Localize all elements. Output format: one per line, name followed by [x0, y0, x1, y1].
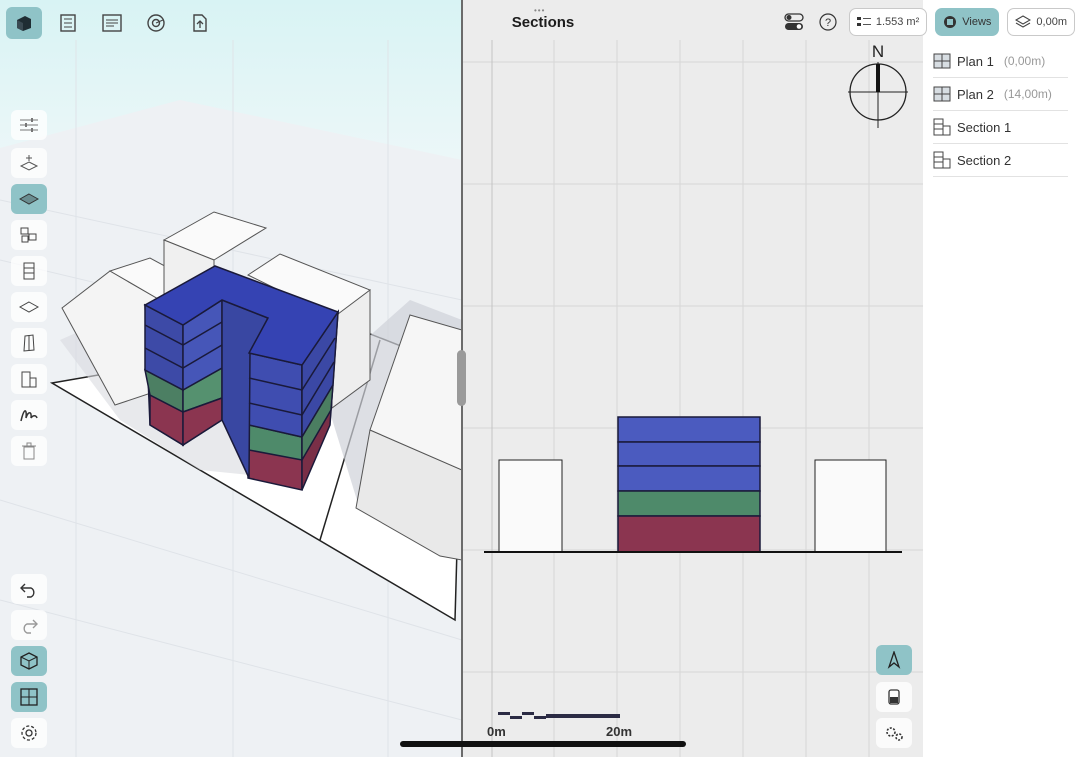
top-right-tools: ? 1.553 m² Views 0,00m	[781, 8, 1075, 36]
report-button[interactable]	[94, 7, 130, 39]
tower-icon	[23, 262, 35, 280]
blocks-button[interactable]	[11, 220, 47, 250]
area-list-icon	[856, 17, 871, 26]
redo-button[interactable]	[11, 610, 47, 640]
cube-icon	[17, 16, 31, 31]
level-value: 0,00m	[1036, 16, 1067, 28]
toggles-icon	[784, 13, 804, 30]
section-icon	[21, 371, 37, 388]
scale-bar-graphic	[498, 712, 620, 719]
slab-icon	[19, 301, 39, 313]
app-root: ••• Sections ? 1.553 m² Views 0,00m N 0m…	[0, 0, 1085, 757]
view-item-plan-1[interactable]: Plan 1 (0,00m)	[933, 45, 1068, 78]
scale-end-label: 20m	[606, 724, 633, 739]
slab-button[interactable]	[11, 292, 47, 322]
plan-icon	[933, 53, 951, 69]
view-settings-button[interactable]	[876, 718, 912, 748]
compass-rose-icon: N	[848, 42, 908, 128]
3d-scene	[0, 0, 462, 757]
views-icon	[944, 16, 957, 28]
file-upload-icon	[193, 14, 207, 32]
settings-button[interactable]	[11, 718, 47, 748]
view-item-label: Section 2	[957, 152, 1012, 168]
view-item-level: (14,00m)	[1003, 87, 1052, 101]
plan-view-toggle[interactable]	[11, 682, 47, 712]
sliders-icon	[20, 118, 38, 132]
compass: N	[845, 42, 911, 137]
scale-bar: 0m 20m	[486, 708, 632, 739]
building-button[interactable]	[50, 7, 86, 39]
view-item-section-2[interactable]: Section 2	[933, 144, 1068, 177]
view-item-plan-2[interactable]: Plan 2 (14,00m)	[933, 78, 1068, 111]
3d-view-toggle[interactable]	[11, 646, 47, 676]
layer-add-icon	[19, 155, 39, 171]
section-icon	[933, 151, 951, 169]
views-button[interactable]: Views	[935, 8, 1000, 36]
view-item-label: Plan 1	[957, 53, 994, 69]
add-level-button[interactable]	[11, 148, 47, 178]
section-tool-button[interactable]	[11, 364, 47, 394]
undo-icon	[20, 583, 35, 598]
draw-button[interactable]	[11, 400, 47, 430]
pen-squiggle-icon	[20, 410, 38, 422]
gear-icon	[21, 725, 37, 741]
floor-plate-icon	[19, 193, 39, 205]
area-pill[interactable]: 1.553 m²	[848, 8, 928, 36]
list-icon	[102, 14, 122, 32]
volume-icon	[23, 334, 35, 352]
views-panel: Plan 1 (0,00m) Plan 2 (14,00m) Section 1…	[927, 44, 1074, 746]
floor-button[interactable]	[11, 184, 47, 214]
gears-icon	[886, 727, 903, 741]
3d-view[interactable]	[0, 0, 462, 757]
layer-toggle-button[interactable]	[876, 682, 912, 712]
trash-icon	[22, 442, 36, 460]
perspective-button[interactable]	[876, 645, 912, 675]
undo-button[interactable]	[11, 574, 47, 604]
view-item-label: Plan 2	[957, 86, 994, 102]
view-item-section-1[interactable]: Section 1	[933, 111, 1068, 144]
export-button[interactable]	[182, 7, 218, 39]
scale-start-label: 0m	[487, 724, 506, 739]
page-title: Sections	[511, 14, 575, 31]
help-icon: ?	[819, 13, 837, 31]
views-label: Views	[962, 16, 992, 28]
adjust-button[interactable]	[11, 110, 47, 140]
top-bar: ••• Sections ? 1.553 m² Views 0,00m	[0, 0, 1085, 44]
area-value: 1.553 m²	[875, 16, 920, 28]
home-indicator[interactable]	[400, 741, 686, 747]
view-item-level: (0,00m)	[1003, 54, 1046, 68]
analysis-button[interactable]	[138, 7, 174, 39]
split-handle[interactable]	[457, 350, 466, 406]
toggle-settings-button[interactable]	[781, 9, 807, 35]
compass-north-label: N	[872, 42, 884, 61]
plan-icon	[933, 86, 951, 102]
cube-outline-icon	[20, 652, 38, 670]
blocks-icon	[20, 227, 37, 243]
redo-icon	[23, 619, 38, 634]
layers-icon	[1015, 15, 1032, 28]
rocket-icon	[887, 651, 901, 669]
top-left-tools	[6, 5, 218, 41]
delete-button[interactable]	[11, 436, 47, 466]
svg-text:?: ?	[825, 17, 831, 29]
view-item-label: Section 1	[957, 119, 1012, 135]
grid-view-icon	[20, 688, 38, 706]
help-button[interactable]: ?	[815, 9, 841, 35]
device-icon	[888, 689, 900, 705]
chart-circle-icon	[147, 14, 165, 32]
building-icon	[60, 14, 76, 32]
volume-button[interactable]	[11, 328, 47, 358]
tower-button[interactable]	[11, 256, 47, 286]
model-3d-button[interactable]	[6, 7, 42, 39]
section-icon	[933, 118, 951, 136]
level-pill[interactable]: 0,00m	[1007, 8, 1075, 36]
